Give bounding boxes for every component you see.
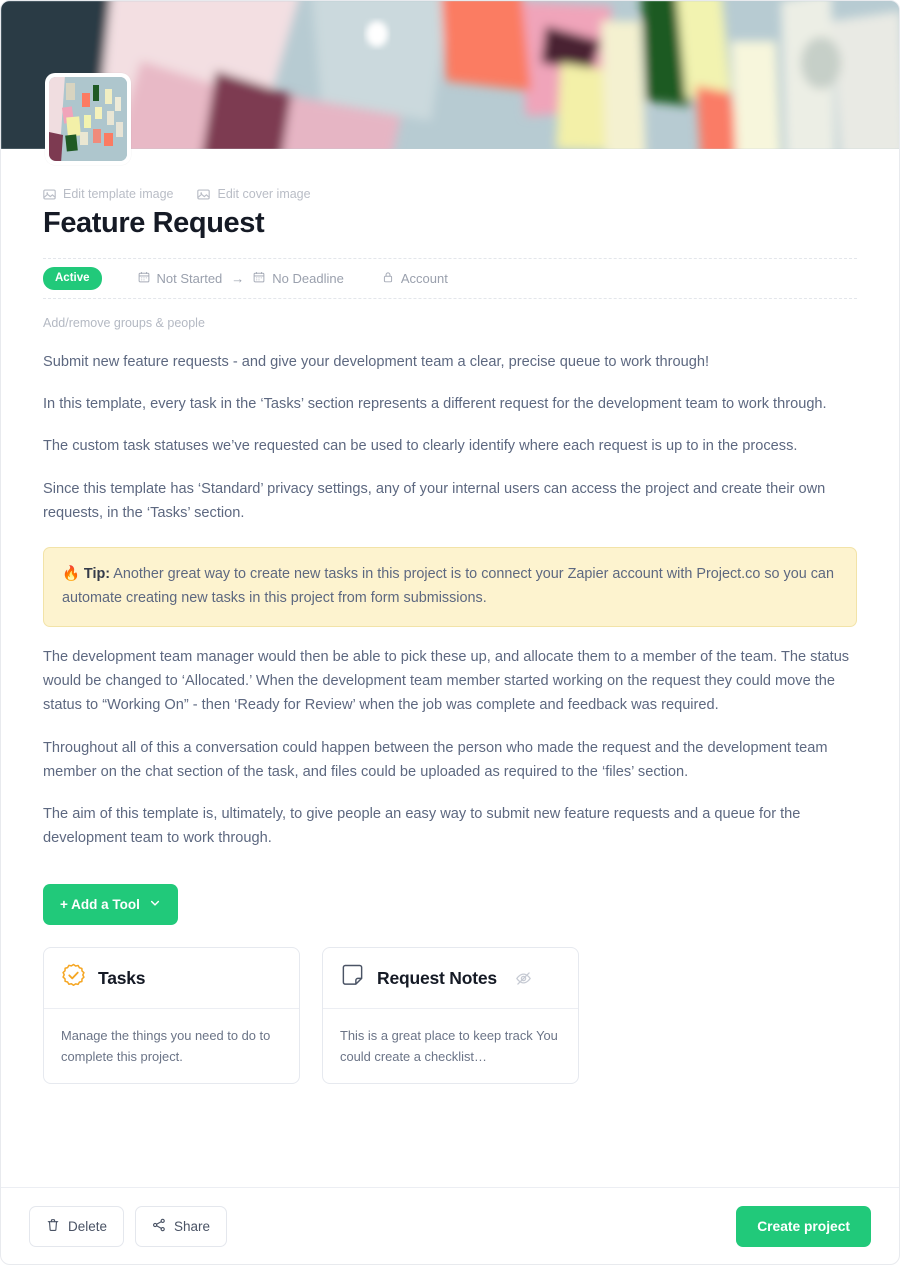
eye-off-icon[interactable] [515,970,532,987]
tool-card-header: Request Notes [323,948,578,1010]
description-paragraph: Throughout all of this a conversation co… [43,739,828,780]
description-paragraph: The aim of this template is, ultimately,… [43,806,801,847]
tool-card-description: This is a great place to keep track You … [340,1028,558,1064]
start-date-field[interactable]: Not Started [138,271,223,286]
note-icon [340,963,365,993]
tool-card-description: Manage the things you need to do to comp… [61,1028,271,1064]
delete-button[interactable]: Delete [29,1205,125,1247]
status-badge[interactable]: Active [43,267,102,290]
edit-cover-image-label: Edit cover image [217,187,311,201]
edit-template-image-label: Edit template image [63,187,174,201]
share-button[interactable]: Share [135,1205,228,1247]
tool-cards: Tasks Manage the things you need to do t… [43,947,857,1085]
page-title: Feature Request [43,207,265,239]
description-paragraph: In this template, every task in the ‘Tas… [43,396,827,413]
privacy-field[interactable]: Account [382,271,448,286]
create-project-button[interactable]: Create project [736,1205,871,1247]
tool-card-header: Tasks [44,948,299,1010]
add-remove-groups-people-link[interactable]: Add/remove groups & people [43,316,205,330]
tip-label: Tip: [83,566,111,583]
cover-image-art [1,1,899,149]
edit-template-image-button[interactable]: Edit template image [43,187,173,201]
chevron-down-icon [149,897,161,912]
start-date-label: Not Started [156,271,223,286]
trash-icon [46,1218,60,1235]
modal-footer: Delete Share Create project [1,1187,899,1264]
image-edit-actions: Edit template image Edit cover image [43,149,857,201]
template-image-thumbnail[interactable] [45,73,131,165]
image-icon [43,188,56,201]
description-paragraph: The custom task statuses we’ve requested… [43,438,798,455]
deadline-label: No Deadline [272,271,344,286]
tasks-badge-check-icon [61,963,86,993]
project-meta-row: Active Not Started → No Deadline Account [43,258,857,299]
calendar-icon [253,271,265,286]
cover-image[interactable] [1,1,899,149]
share-label: Share [174,1218,211,1234]
lock-icon [382,271,394,286]
cover-art-svg [1,1,899,149]
share-icon [152,1218,166,1235]
tool-card-tasks[interactable]: Tasks Manage the things you need to do t… [43,947,300,1085]
tool-card-title: Request Notes [377,967,497,988]
deadline-field[interactable]: No Deadline [253,271,344,286]
create-project-modal: Edit template image Edit cover image Fea… [0,0,900,1265]
thumbnail-svg [49,77,127,161]
add-a-tool-label: + Add a Tool [60,897,140,913]
description-paragraph: Since this template has ‘Standard’ priva… [43,480,826,521]
tip-callout: 🔥 Tip: Another great way to create new t… [43,547,857,627]
tip-text: Another great way to create new tasks in… [62,566,834,606]
fire-emoji-icon: 🔥 [62,566,80,583]
tool-card-title: Tasks [98,967,146,988]
template-image-thumbnail-art [49,77,127,161]
image-icon [197,188,211,201]
calendar-icon [138,271,150,286]
privacy-label: Account [400,271,448,286]
delete-label: Delete [68,1218,108,1234]
date-arrow-separator: → [231,271,245,286]
tool-card-request-notes[interactable]: Request Notes This is a great place to k… [322,947,579,1085]
modal-content: Edit template image Edit cover image Fea… [1,149,899,1187]
description-paragraph: The development team manager would then … [43,648,850,714]
add-a-tool-button[interactable]: + Add a Tool [43,884,178,926]
edit-cover-image-button[interactable]: Edit cover image [197,187,311,201]
description-paragraph: Submit new feature requests - and give y… [43,354,710,370]
